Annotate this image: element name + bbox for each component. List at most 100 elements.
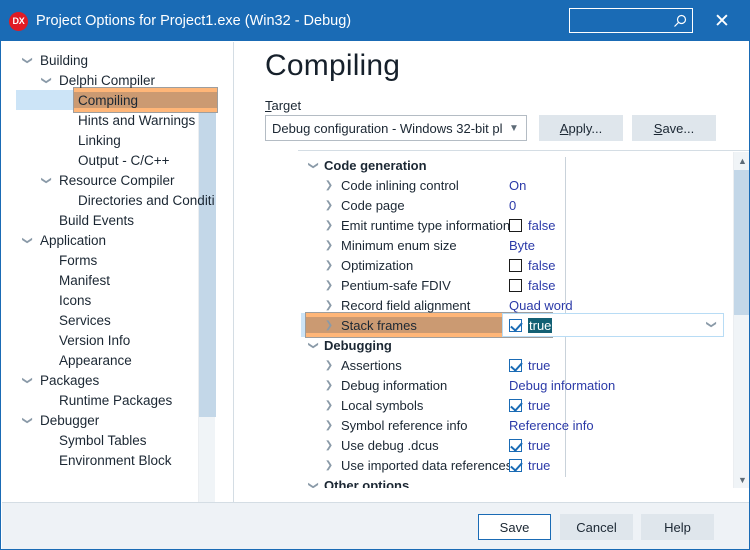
option-row-code-inlining-control[interactable]: ❯ Code inlining control On (298, 175, 733, 195)
scroll-down-icon[interactable]: ▼ (734, 471, 749, 488)
sidebar-item-compiling[interactable]: Compiling (2, 87, 218, 113)
sidebar-item-resource-compiler[interactable]: ❯ Resource Compiler (2, 170, 200, 190)
chevron-down-icon[interactable]: ❯ (41, 73, 52, 87)
sidebar-item-manifest[interactable]: Manifest (2, 270, 200, 290)
options-vertical-scrollbar[interactable]: ▲ ▼ (733, 152, 749, 488)
cancel-button[interactable]: Cancel (560, 514, 633, 540)
option-value[interactable]: false (509, 218, 555, 233)
sidebar-item-services[interactable]: Services (2, 310, 200, 330)
sidebar-item-icons[interactable]: Icons (2, 290, 200, 310)
main-panel: Compiling Target Debug configuration - W… (234, 42, 749, 502)
scroll-up-icon[interactable]: ▲ (734, 152, 749, 169)
option-value[interactable]: On (509, 178, 526, 193)
option-row-code-page[interactable]: ❯ Code page 0 (298, 195, 733, 215)
save-button[interactable]: Save (478, 514, 551, 540)
chevron-right-icon[interactable]: ❯ (322, 260, 336, 271)
scrollbar-thumb[interactable] (734, 170, 749, 315)
chevron-down-icon[interactable]: ❯ (308, 158, 319, 172)
save-target-button[interactable]: Save... (632, 115, 716, 141)
sidebar-item-building[interactable]: ❯ Building (2, 50, 200, 70)
sidebar-item-appearance[interactable]: Appearance (2, 350, 200, 370)
sidebar-item-linking[interactable]: Linking (2, 130, 200, 150)
option-row-use-debug-dcus[interactable]: ❯ Use debug .dcus true (298, 435, 733, 455)
sidebar-item-debugger[interactable]: ❯ Debugger (2, 410, 200, 430)
sidebar-item-packages[interactable]: ❯ Packages (2, 370, 200, 390)
sidebar-item-forms[interactable]: Forms (2, 250, 200, 270)
apply-button[interactable]: Apply... (539, 115, 623, 141)
checkbox-checked-icon[interactable] (509, 358, 522, 372)
search-box[interactable] (569, 8, 693, 33)
chevron-right-icon[interactable]: ❯ (322, 380, 336, 391)
option-row-record-field-alignment[interactable]: ❯ Record field alignment Quad word (298, 295, 733, 315)
option-group-code-generation[interactable]: ❯ Code generation (298, 155, 733, 175)
help-button[interactable]: Help (641, 514, 714, 540)
option-value[interactable]: true (509, 358, 550, 373)
close-icon[interactable]: ✕ (707, 9, 737, 33)
option-value[interactable]: true (509, 458, 550, 473)
option-value[interactable]: true (509, 438, 550, 453)
checkbox-unchecked-icon[interactable] (509, 218, 522, 232)
sidebar-item-label: Symbol Tables (59, 432, 147, 448)
option-value[interactable]: false (509, 258, 555, 273)
option-value[interactable]: Byte (509, 238, 535, 253)
chevron-right-icon[interactable]: ❯ (322, 240, 336, 251)
option-row-stack-frames[interactable]: ❯ ❯ Stack frames true (298, 312, 733, 338)
chevron-right-icon[interactable]: ❯ (322, 300, 336, 311)
option-value[interactable]: false (509, 278, 555, 293)
sidebar-item-application[interactable]: ❯ Application (2, 230, 200, 250)
chevron-right-icon[interactable]: ❯ (322, 280, 336, 291)
chevron-right-icon[interactable]: ❯ (322, 220, 336, 231)
option-row-local-symbols[interactable]: ❯ Local symbols true (298, 395, 733, 415)
option-value[interactable]: Reference info (509, 418, 594, 433)
checkbox-unchecked-icon[interactable] (509, 258, 522, 272)
chevron-right-icon[interactable]: ❯ (322, 460, 336, 471)
chevron-right-icon[interactable]: ❯ (322, 400, 336, 411)
chevron-down-icon[interactable]: ❯ (308, 478, 319, 488)
chevron-right-icon[interactable]: ❯ (322, 320, 336, 331)
chevron-down-icon[interactable]: ❯ (22, 373, 33, 387)
option-row-symbol-reference-info[interactable]: ❯ Symbol reference info Reference info (298, 415, 733, 435)
option-group-debugging[interactable]: ❯ Debugging (298, 335, 733, 355)
chevron-down-icon[interactable]: ❯ (22, 53, 33, 67)
option-row-use-imported-data-references[interactable]: ❯ Use imported data references true (298, 455, 733, 475)
option-value[interactable]: 0 (509, 198, 516, 213)
chevron-down-icon[interactable]: ❯ (41, 173, 52, 187)
sidebar-item-build-events[interactable]: Build Events (2, 210, 200, 230)
checkbox-checked-icon[interactable] (509, 398, 522, 412)
option-value[interactable]: true (509, 398, 550, 413)
chevron-right-icon[interactable]: ❯ (322, 200, 336, 211)
sidebar-item-output-c-c[interactable]: Output - C/C++ (2, 150, 200, 170)
sidebar-item-directories-and-conditi[interactable]: Directories and Conditi (2, 190, 215, 210)
chevron-right-icon[interactable]: ❯ (322, 360, 336, 371)
sidebar-vertical-scrollbar[interactable]: ▲ ▼ (198, 87, 216, 502)
option-row-optimization[interactable]: ❯ Optimization false (298, 255, 733, 275)
checkbox-unchecked-icon[interactable] (509, 278, 522, 292)
option-row-debug-information[interactable]: ❯ Debug information Debug information (298, 375, 733, 395)
checkbox-checked-icon[interactable] (509, 458, 522, 472)
search-input[interactable] (570, 9, 692, 32)
option-row-minimum-enum-size[interactable]: ❯ Minimum enum size Byte (298, 235, 733, 255)
option-value[interactable]: Quad word (509, 298, 573, 313)
option-value[interactable]: Debug information (509, 378, 615, 393)
option-row-emit-runtime-type-information[interactable]: ❯ Emit runtime type information false (298, 215, 733, 235)
target-combo[interactable]: Debug configuration - Windows 32-bit pla… (265, 115, 527, 141)
chevron-right-icon[interactable]: ❯ (322, 180, 336, 191)
sidebar-item-hints-and-warnings[interactable]: Hints and Warnings (2, 110, 200, 130)
chevron-down-icon[interactable]: ❯ (308, 338, 319, 352)
chevron-down-icon[interactable]: ❯ (22, 413, 33, 427)
option-row-pentium-safe-fdiv[interactable]: ❯ Pentium-safe FDIV false (298, 275, 733, 295)
option-value[interactable]: true (509, 317, 553, 333)
chevron-right-icon[interactable]: ❯ (322, 440, 336, 451)
option-row-assertions[interactable]: ❯ Assertions true (298, 355, 733, 375)
sidebar-item-runtime-packages[interactable]: Runtime Packages (2, 390, 200, 410)
chevron-right-icon[interactable]: ❯ (322, 420, 336, 431)
sidebar-item-symbol-tables[interactable]: Symbol Tables (2, 430, 200, 450)
checkbox-checked-icon[interactable] (509, 438, 522, 452)
chevron-down-icon[interactable]: ❯ (22, 233, 33, 247)
option-group-other-options[interactable]: ❯ Other options (298, 475, 733, 489)
scrollbar-thumb[interactable] (199, 107, 216, 417)
sidebar-item-environment-block[interactable]: Environment Block (2, 450, 200, 470)
chevron-down-icon[interactable]: ❯ (705, 320, 716, 328)
sidebar-item-version-info[interactable]: Version Info (2, 330, 200, 350)
checkbox-checked-icon[interactable] (509, 318, 522, 332)
